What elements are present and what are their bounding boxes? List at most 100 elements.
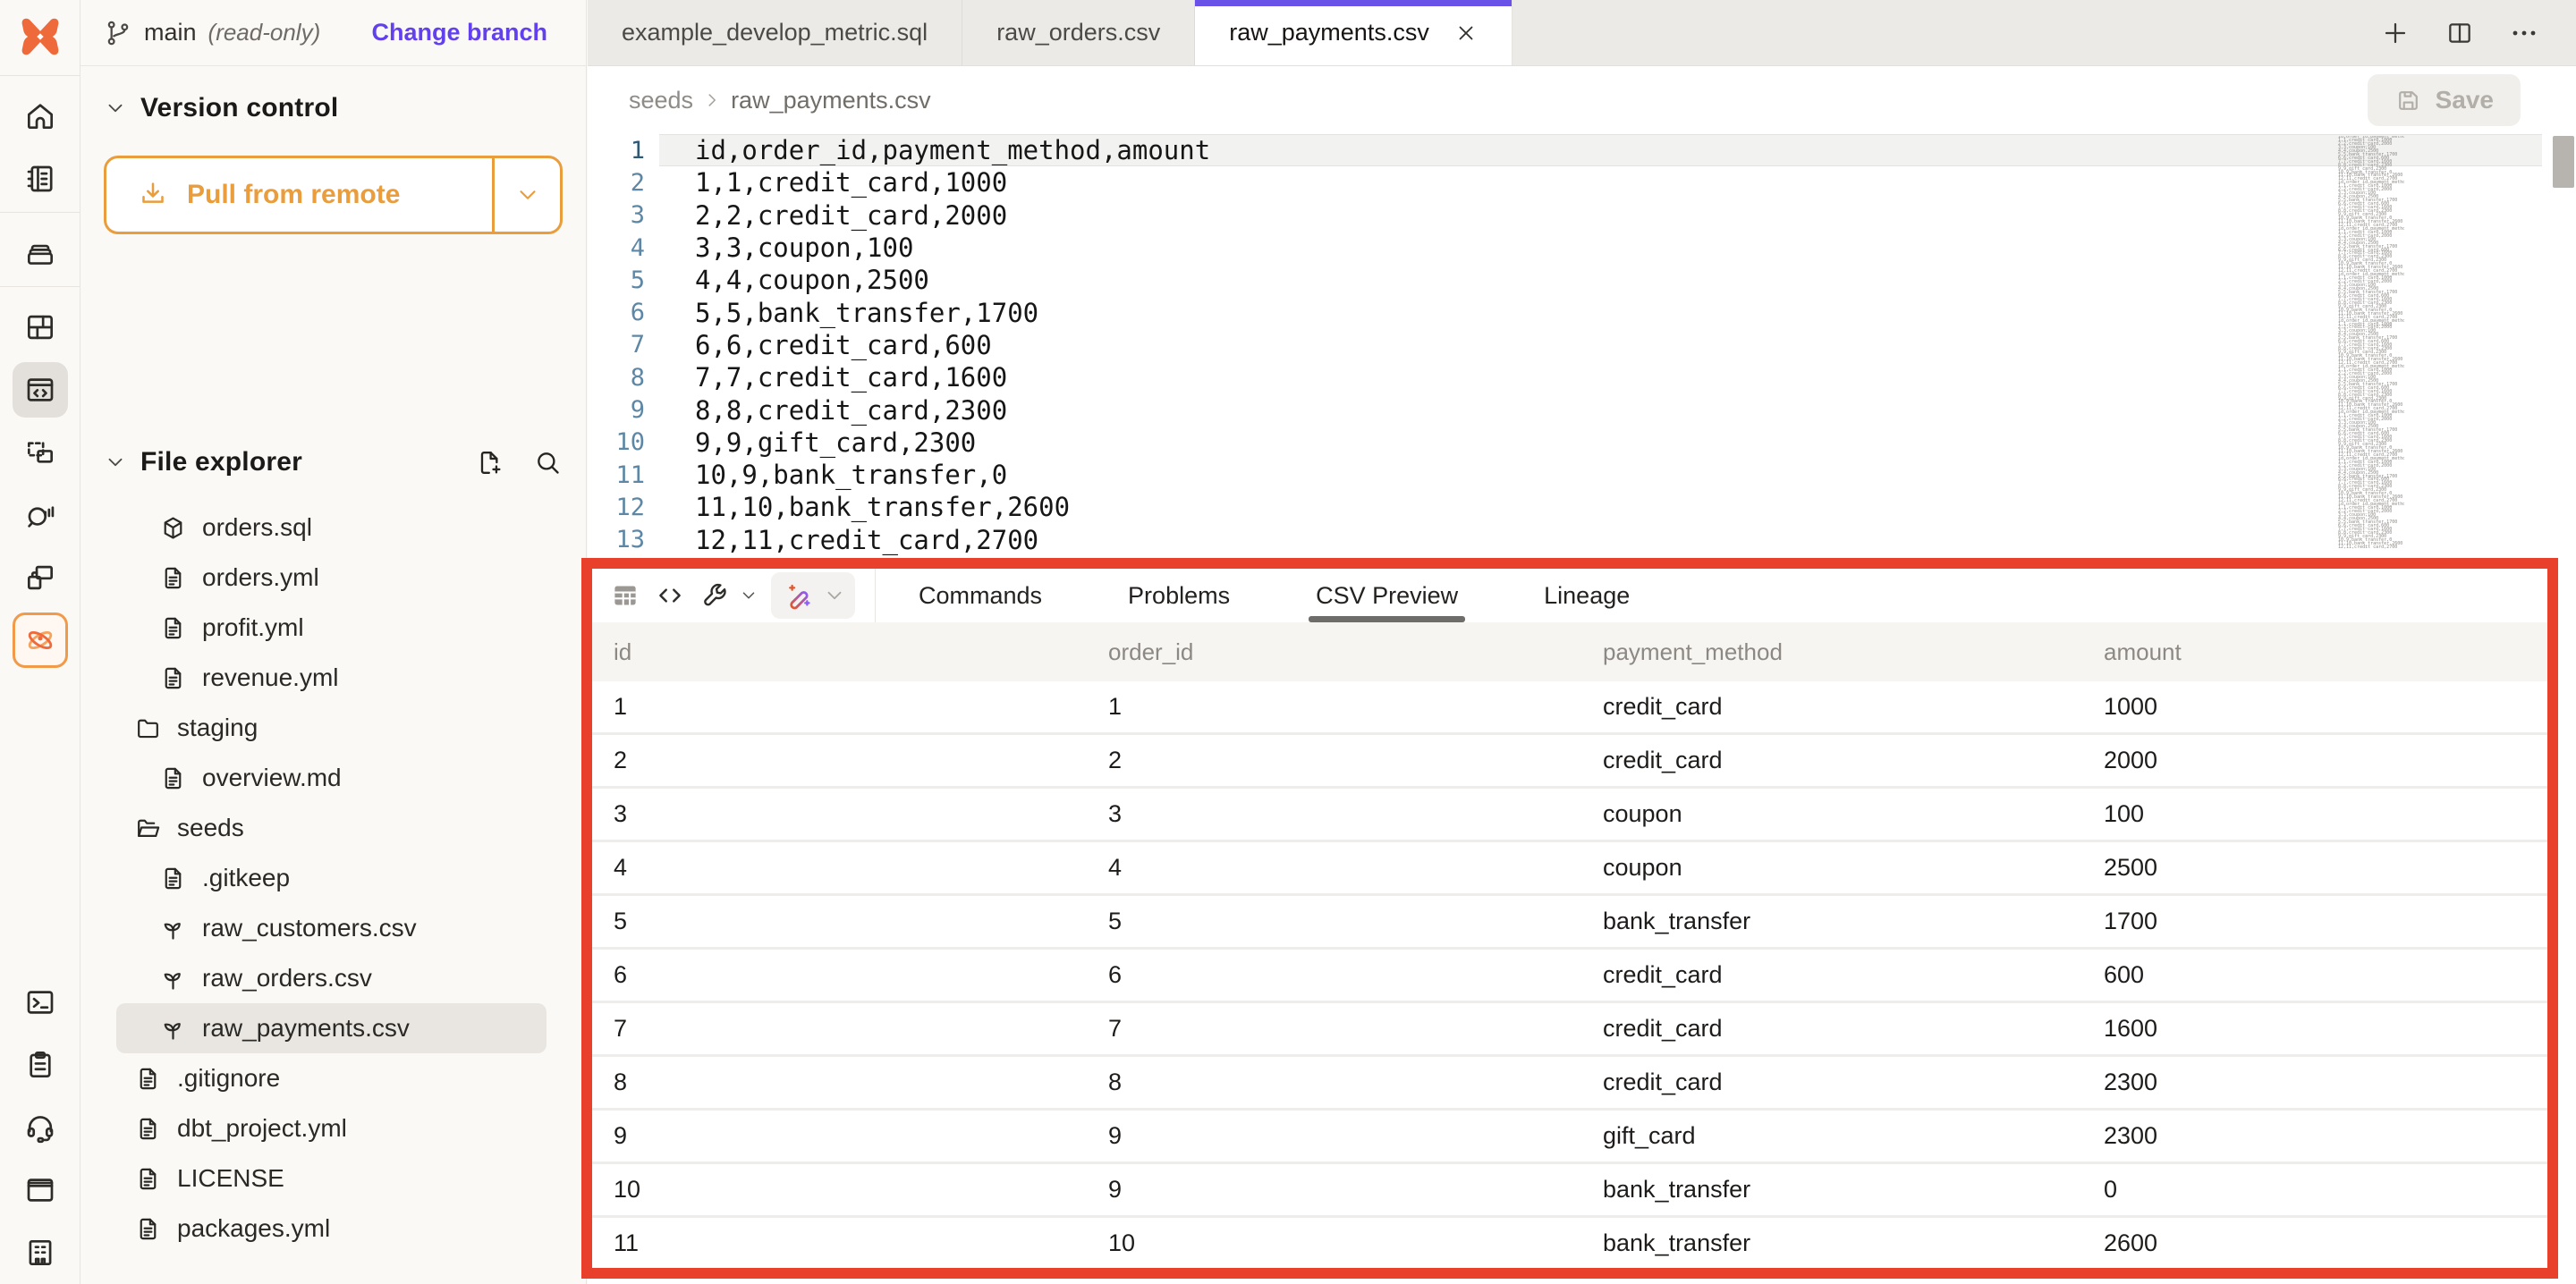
chevron-down-icon[interactable] — [104, 97, 127, 120]
code-line-5[interactable]: 54,4,coupon,2500 — [588, 264, 2576, 296]
code-line-4[interactable]: 43,3,coupon,100 — [588, 232, 2576, 264]
line-text: 3,3,coupon,100 — [659, 232, 2542, 264]
code-line-6[interactable]: 65,5,bank_transfer,1700 — [588, 296, 2576, 328]
new-file-icon[interactable] — [475, 448, 504, 477]
rail-item-clipboard[interactable] — [13, 1037, 68, 1093]
table-view-button[interactable] — [603, 573, 648, 618]
code-view-button[interactable] — [648, 573, 692, 618]
magic-wand-button[interactable] — [776, 573, 821, 618]
file-item-packages.yml[interactable]: packages.yml — [116, 1204, 547, 1254]
chevron-down-icon[interactable] — [823, 584, 846, 607]
plus-icon[interactable] — [2381, 19, 2410, 47]
dbt-logo — [0, 0, 80, 73]
ellipsis-icon[interactable] — [2510, 19, 2538, 47]
file-item-orders.sql[interactable]: orders.sql — [116, 503, 547, 553]
file-item-raw_orders.csv[interactable]: raw_orders.csv — [116, 953, 547, 1003]
rail-item-dbt-assist[interactable] — [13, 612, 68, 668]
table-cell: 1600 — [2104, 1015, 2547, 1043]
file-item-seeds[interactable]: seeds — [116, 803, 547, 853]
rail-item-headset[interactable] — [13, 1100, 68, 1155]
file-item-.gitignore[interactable]: .gitignore — [116, 1053, 547, 1103]
code-editor[interactable]: 1id,order_id,payment_method,amount21,1,c… — [588, 134, 2576, 556]
query-search-icon — [23, 498, 57, 532]
change-branch-link[interactable]: Change branch — [371, 19, 547, 46]
file-item-label: raw_orders.csv — [202, 964, 372, 993]
code-line-3[interactable]: 32,2,credit_card,2000 — [588, 199, 2576, 232]
code-line-7[interactable]: 76,6,credit_card,600 — [588, 329, 2576, 361]
line-text: id,order_id,payment_method,amount — [659, 134, 2542, 166]
rail-item-code-editor[interactable] — [13, 362, 68, 418]
file-item-label: LICENSE — [177, 1164, 284, 1193]
editor-tabbar: example_develop_metric.sqlraw_orders.csv… — [588, 0, 2576, 66]
file-item-LICENSE[interactable]: LICENSE — [116, 1153, 547, 1204]
close-tab-icon[interactable] — [1454, 21, 1478, 45]
code-line-13[interactable]: 1312,11,credit_card,2700 — [588, 524, 2576, 556]
code-line-10[interactable]: 109,9,gift_card,2300 — [588, 427, 2576, 459]
panel-tab-Lineage[interactable]: Lineage — [1544, 569, 1630, 622]
rail-item-query-search[interactable] — [13, 487, 68, 543]
file-item-staging[interactable]: staging — [116, 703, 547, 753]
panel-tab-CSV Preview[interactable]: CSV Preview — [1316, 569, 1458, 622]
rail-item-notebook[interactable] — [13, 151, 68, 207]
chevron-down-icon[interactable] — [739, 586, 758, 605]
magic-wand-icon — [784, 580, 814, 611]
table-cell: credit_card — [1603, 1015, 2104, 1043]
file-item-.gitkeep[interactable]: .gitkeep — [116, 853, 547, 903]
editor-minimap[interactable]: id,order_id,payment_method,amount 1,1,cr… — [2338, 136, 2404, 549]
line-text: 4,4,coupon,2500 — [659, 264, 2542, 296]
code-line-2[interactable]: 21,1,credit_card,1000 — [588, 166, 2576, 199]
file-item-orders.yml[interactable]: orders.yml — [116, 553, 547, 603]
file-item-dbt_project.yml[interactable]: dbt_project.yml — [116, 1103, 547, 1153]
rail-item-dashboard[interactable] — [13, 300, 68, 355]
toolbar-divider — [875, 569, 876, 622]
file-item-raw_customers.csv[interactable]: raw_customers.csv — [116, 903, 547, 953]
rail-item-building[interactable] — [13, 1225, 68, 1280]
editor-tab-raw_orders.csv[interactable]: raw_orders.csv — [962, 0, 1195, 65]
save-button[interactable]: Save — [2368, 74, 2521, 126]
file-item-raw_payments.csv[interactable]: raw_payments.csv — [116, 1003, 547, 1053]
breadcrumb-item[interactable]: raw_payments.csv — [731, 87, 931, 114]
pull-from-remote-button[interactable]: Pull from remote — [104, 156, 563, 234]
table-row: 109bank_transfer0 — [592, 1164, 2547, 1218]
browser-window-icon — [23, 1173, 57, 1207]
chevron-down-icon[interactable] — [104, 451, 127, 474]
file-explorer-header: File explorer — [104, 447, 563, 477]
code-line-11[interactable]: 1110,9,bank_transfer,0 — [588, 459, 2576, 491]
file-item-profit.yml[interactable]: profit.yml — [116, 603, 547, 653]
version-control-title: Version control — [140, 93, 338, 123]
breadcrumb-item[interactable]: seeds — [629, 87, 693, 114]
split-view-icon[interactable] — [2445, 19, 2474, 47]
file-item-overview.md[interactable]: overview.md — [116, 753, 547, 803]
rail-item-home[interactable] — [13, 89, 68, 144]
code-line-12[interactable]: 1211,10,bank_transfer,2600 — [588, 491, 2576, 523]
code-line-1[interactable]: 1id,order_id,payment_method,amount — [588, 134, 2576, 166]
breadcrumb: seeds raw_payments.csv — [629, 87, 931, 114]
panel-tab-Problems[interactable]: Problems — [1128, 569, 1230, 622]
panel-tab-Commands[interactable]: Commands — [919, 569, 1042, 622]
code-line-8[interactable]: 87,7,credit_card,1600 — [588, 361, 2576, 393]
code-line-9[interactable]: 98,8,credit_card,2300 — [588, 393, 2576, 426]
rail-item-windows[interactable] — [13, 550, 68, 605]
document-icon — [134, 1115, 162, 1143]
wrench-button[interactable] — [692, 573, 737, 618]
rail-item-browser-window[interactable] — [13, 1162, 68, 1218]
file-item-revenue.yml[interactable]: revenue.yml — [116, 653, 547, 703]
file-explorer-title: File explorer — [140, 447, 302, 477]
rail-item-archive[interactable] — [13, 225, 68, 281]
terminal-icon — [23, 985, 57, 1019]
editor-scrollbar-thumb[interactable] — [2553, 136, 2574, 188]
table-row: 88credit_card2300 — [592, 1057, 2547, 1111]
editor-tab-example_develop_metric.sql[interactable]: example_develop_metric.sql — [588, 0, 962, 65]
line-number: 7 — [588, 329, 659, 361]
magic-wand-menu[interactable] — [771, 572, 855, 619]
column-header-amount: amount — [2104, 638, 2547, 666]
document-icon — [159, 614, 187, 642]
search-icon[interactable] — [533, 448, 563, 477]
pull-options-dropdown[interactable] — [492, 158, 560, 232]
table-cell: credit_card — [1603, 1069, 2104, 1096]
git-branch-icon — [104, 19, 132, 47]
table-cell: bank_transfer — [1603, 1176, 2104, 1204]
rail-item-frame-select[interactable] — [13, 425, 68, 480]
rail-item-terminal[interactable] — [13, 975, 68, 1030]
editor-tab-raw_payments.csv[interactable]: raw_payments.csv — [1195, 0, 1513, 65]
